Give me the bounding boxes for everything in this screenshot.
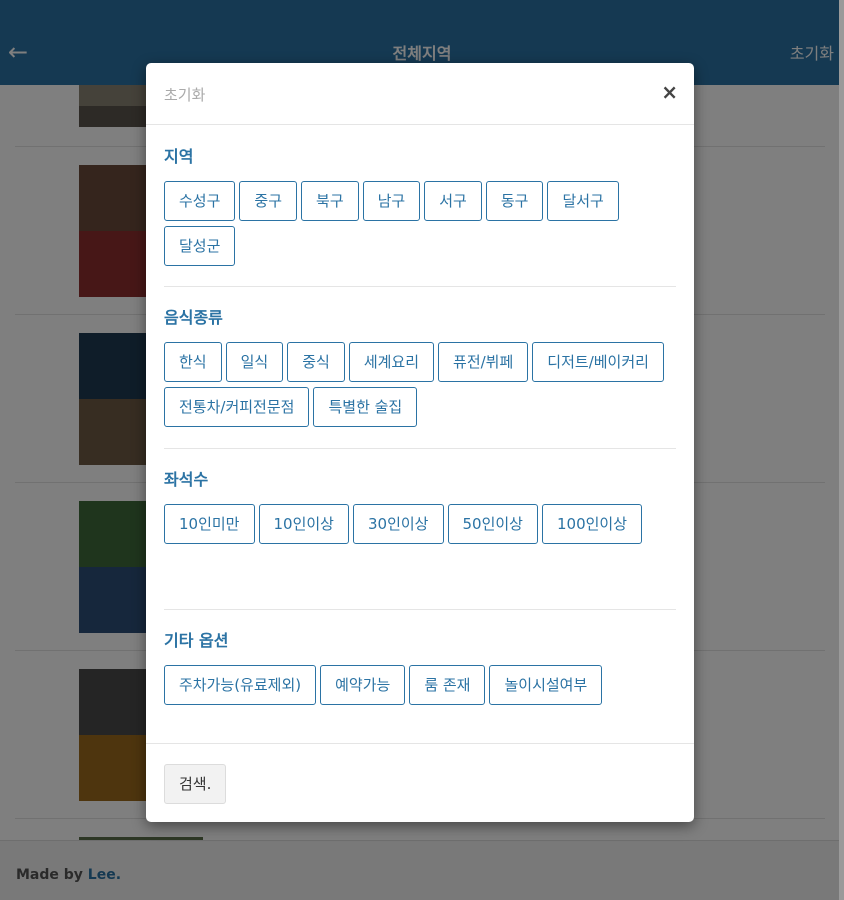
option-button[interactable]: 50인이상	[447, 504, 538, 544]
section-title: 지역	[164, 147, 194, 166]
option-button[interactable]: 룸 존재	[409, 665, 486, 705]
option-button[interactable]: 수성구	[164, 181, 236, 221]
option-button[interactable]: 중식	[287, 342, 345, 382]
option-button[interactable]: 놀이시설여부	[489, 665, 603, 705]
option-group: 10인미만 10인이상 30인이상 50인이상 100인이상	[164, 504, 676, 549]
option-button[interactable]: 서구	[424, 181, 482, 221]
option-button[interactable]: 한식	[164, 342, 222, 382]
scrollbar[interactable]	[839, 0, 844, 900]
section-seats: 좌석수 10인미만 10인이상 30인이상 50인이상 100인이상	[164, 468, 676, 549]
option-button[interactable]: 세계요리	[348, 342, 435, 382]
option-button[interactable]: 특별한 술집	[313, 387, 418, 427]
option-button[interactable]: 남구	[362, 181, 421, 221]
option-button[interactable]: 중구	[239, 181, 298, 221]
close-icon[interactable]: ×	[661, 81, 678, 103]
option-button[interactable]: 전통차/커피전문점	[164, 387, 310, 427]
option-button[interactable]: 동구	[485, 181, 544, 221]
option-button[interactable]: 달서구	[547, 181, 619, 221]
option-button[interactable]: 디저트/베이커리	[532, 342, 664, 382]
option-group: 한식 일식 중식 세계요리 퓨전/뷔페 디저트/베이커리 전통차/커피전문점 특…	[164, 342, 676, 432]
search-button[interactable]: 검색.	[164, 764, 227, 804]
filter-modal: 초기화 × 지역 수성구 중구 북구 남구 서구 동구 달서구 달성군 음식종류…	[146, 63, 694, 822]
option-button[interactable]: 북구	[301, 181, 359, 221]
section-food-type: 음식종류 한식 일식 중식 세계요리 퓨전/뷔페 디저트/베이커리 전통차/커피…	[164, 306, 676, 432]
option-button[interactable]: 30인이상	[353, 504, 444, 544]
section-title: 기타 옵션	[164, 631, 229, 650]
section-other-options: 기타 옵션 주차가능(유료제외) 예약가능 룸 존재 놀이시설여부	[164, 629, 676, 710]
section-title: 좌석수	[164, 470, 209, 489]
option-button[interactable]: 달성군	[164, 226, 236, 266]
divider	[164, 448, 676, 449]
option-button[interactable]: 예약가능	[320, 665, 406, 705]
divider	[164, 609, 676, 610]
section-region: 지역 수성구 중구 북구 남구 서구 동구 달서구 달성군	[164, 145, 676, 271]
section-title: 음식종류	[164, 308, 223, 327]
modal-header: 초기화 ×	[146, 63, 694, 125]
option-button[interactable]: 일식	[225, 342, 284, 382]
modal-footer: 검색.	[146, 743, 694, 822]
option-button[interactable]: 퓨전/뷔페	[438, 342, 529, 382]
option-group: 주차가능(유료제외) 예약가능 룸 존재 놀이시설여부	[164, 665, 676, 710]
option-button[interactable]: 100인이상	[542, 504, 643, 544]
option-group: 수성구 중구 북구 남구 서구 동구 달서구 달성군	[164, 181, 676, 271]
modal-reset-button[interactable]: 초기화	[164, 84, 205, 105]
option-button[interactable]: 10인이상	[258, 504, 349, 544]
option-button[interactable]: 주차가능(유료제외)	[164, 665, 317, 705]
option-button[interactable]: 10인미만	[164, 504, 255, 544]
divider	[164, 286, 676, 287]
